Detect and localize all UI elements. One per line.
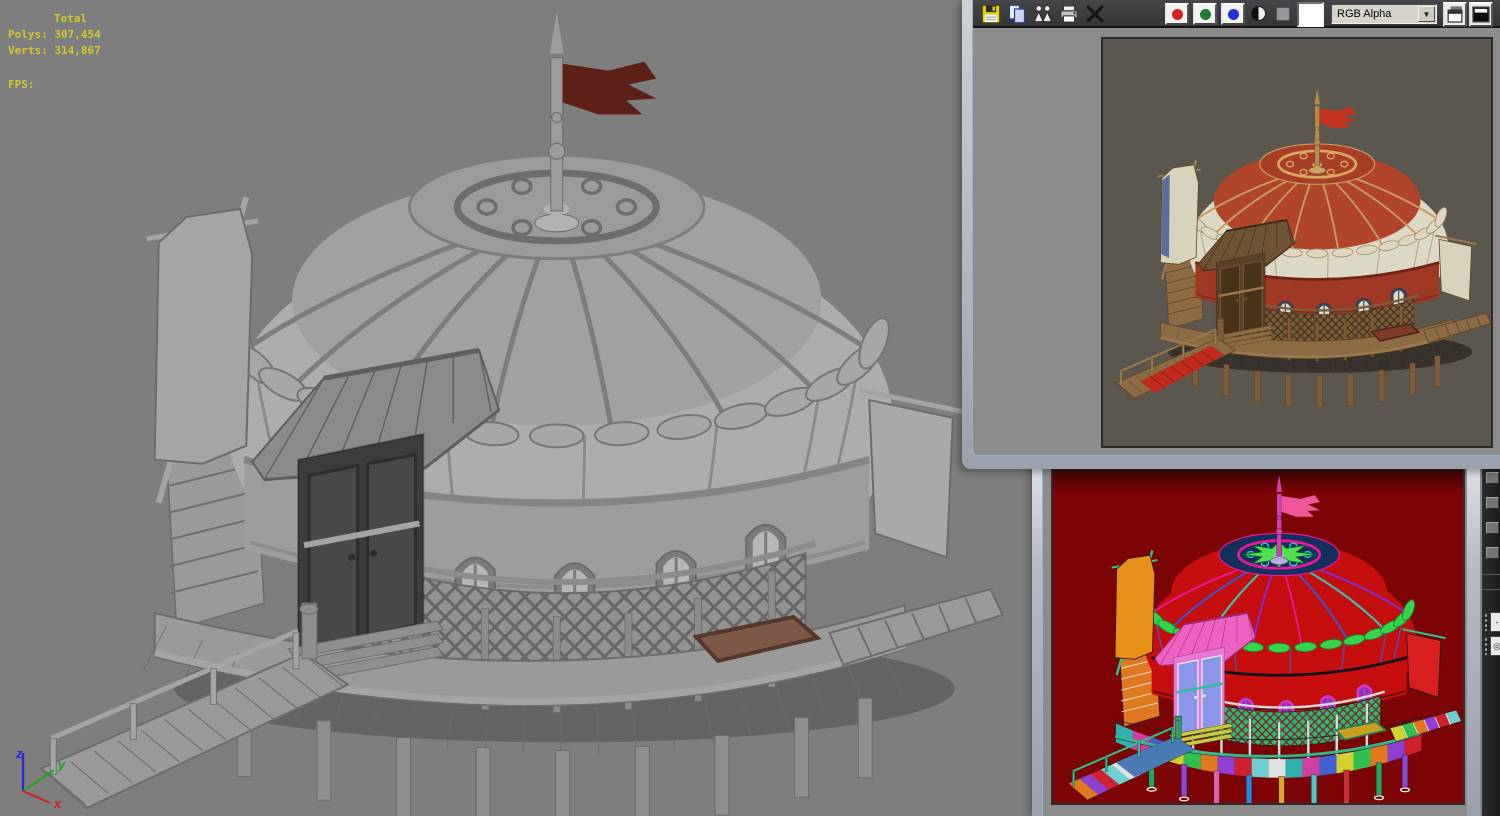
viewport-3d-canvas[interactable] [0,0,1010,816]
clear-button[interactable] [1085,4,1105,24]
window-frame: RGB Alpha ▼ [972,0,1500,456]
rfw-toolbar: RGB Alpha ▼ [973,0,1500,28]
viewport-stats: Total Polys: 307,454 Verts: 314,867 FPS: [0,0,260,100]
copy-image-button[interactable] [1007,4,1027,24]
panel-mini-button-2[interactable]: ◎ [1490,636,1500,656]
panel-square-button-4[interactable] [1486,547,1499,559]
rendered-image-area [1101,37,1493,448]
panel-divider [1482,574,1500,575]
blue-channel-icon [1227,8,1239,20]
material-id-image-area [1051,468,1465,814]
material-id-window [1032,455,1480,816]
toggle-ui-button[interactable] [1469,2,1493,27]
monochrome-icon [1251,6,1266,21]
print-image-button[interactable] [1059,4,1079,24]
blue-channel-button[interactable] [1221,3,1245,25]
panel-square-button-1[interactable] [1486,472,1499,484]
save-icon [981,4,1001,24]
framebuffer-icon [1472,6,1490,23]
copy-icon [1008,4,1026,24]
axis-gizmo: z y x [15,746,66,811]
rendered-frame-window-body: RGB Alpha ▼ [973,0,1500,455]
axis-y-label: y [57,757,66,772]
display-mode-dropdown[interactable]: RGB Alpha ▼ [1331,4,1437,24]
panel-square-button-3[interactable] [1486,522,1499,534]
window-overlay-icon [1447,6,1463,23]
toggle-ui-overlays-button[interactable] [1443,2,1467,27]
material-id-canvas [1053,470,1463,814]
drag-handle-dots [1484,637,1488,655]
green-channel-button[interactable] [1193,3,1217,25]
panel-square-button-2[interactable] [1486,497,1499,509]
stats-verts: Verts: 314,867 [8,44,101,57]
screenshot-root: Total Polys: 307,454 Verts: 314,867 FPS:… [0,0,1500,816]
clone-people-icon [1033,5,1053,22]
color-swatch[interactable] [1297,2,1324,27]
panel-divider [1482,589,1500,590]
chevron-down-icon: ▼ [1418,6,1435,22]
stats-total-label: Total [54,12,88,25]
clone-rendered-frame-button[interactable] [1033,4,1053,24]
stats-fps-label: FPS: [8,78,35,91]
alpha-channel-button[interactable] [1276,7,1290,21]
material-id-window-body [1042,462,1467,816]
display-mode-value: RGB Alpha [1337,8,1392,20]
print-icon [1060,5,1078,23]
panel-mini-button-1[interactable]: - [1490,612,1500,632]
side-panel: - ◎ [1480,456,1500,816]
red-channel-icon [1171,8,1183,20]
stats-polys: Polys: 307,454 [8,28,101,41]
clear-x-icon [1086,5,1104,23]
monochrome-button[interactable] [1249,5,1269,23]
save-image-button[interactable] [981,4,1001,24]
drag-handle-dots [1484,613,1488,631]
rendered-image-canvas [1103,39,1492,446]
red-channel-button[interactable] [1165,3,1189,25]
green-channel-icon [1199,8,1211,20]
axis-z-label: z [15,746,23,761]
axis-x-label: x [53,796,62,811]
rendered-frame-window: RGB Alpha ▼ [962,0,1500,469]
